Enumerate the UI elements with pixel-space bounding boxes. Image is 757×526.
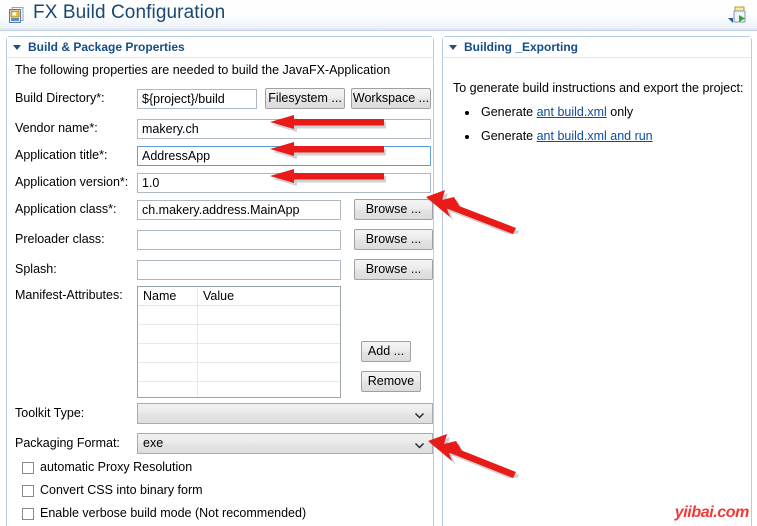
bullet-content: Generate ant build.xml only (481, 105, 633, 119)
checkbox-label: Enable verbose build mode (Not recommend… (40, 506, 306, 520)
building-exporting-section: Building _Exporting To generate build in… (442, 36, 752, 526)
intro-text: The following properties are needed to b… (15, 63, 390, 77)
build-directory-label: Build Directory*: (15, 91, 105, 105)
export-run-icon[interactable] (725, 4, 751, 28)
checkbox-convert-css-binary[interactable]: Convert CSS into binary form (22, 483, 422, 501)
cell-value (198, 363, 340, 381)
build-config-icon (7, 5, 27, 25)
browse-application-class-button[interactable]: Browse ... (354, 199, 433, 220)
application-version-label: Application version*: (15, 175, 128, 189)
filesystem-button[interactable]: Filesystem ... (265, 88, 345, 109)
manifest-attributes-table[interactable]: Name Value (137, 286, 341, 398)
table-row[interactable] (138, 344, 340, 363)
checkbox-label: Convert CSS into binary form (40, 483, 203, 497)
build-directory-field[interactable]: ${project}/build (137, 89, 257, 109)
column-header-name: Name (138, 287, 198, 305)
row-application-title: Application title*: AddressApp (15, 146, 427, 166)
application-class-field[interactable]: ch.makery.address.MainApp (137, 200, 341, 220)
row-application-class: Application class*: ch.makery.address.Ma… (15, 200, 427, 220)
cell-name (138, 363, 198, 381)
preloader-class-label: Preloader class: (15, 232, 105, 246)
application-title-label: Application title*: (15, 148, 107, 162)
section-title-label: Building _Exporting (464, 40, 578, 54)
cell-name (138, 344, 198, 362)
ant-build-xml-and-run-link[interactable]: ant build.xml and run (537, 129, 653, 143)
packaging-format-value: exe (143, 436, 163, 450)
cell-value (198, 325, 340, 343)
row-splash: Splash: Browse ... (15, 260, 427, 280)
cell-value (198, 382, 340, 398)
table-row[interactable] (138, 363, 340, 382)
vendor-name-label: Vendor name*: (15, 121, 98, 135)
chevron-down-icon (414, 438, 425, 449)
chevron-down-icon[interactable] (13, 45, 21, 50)
splash-field[interactable] (137, 260, 341, 280)
checkbox-box[interactable] (22, 485, 34, 497)
bullet-prefix: Generate (481, 105, 537, 119)
row-vendor-name: Vendor name*: makery.ch (15, 119, 427, 139)
ant-build-xml-link[interactable]: ant build.xml (537, 105, 607, 119)
row-preloader-class: Preloader class: Browse ... (15, 230, 427, 250)
chevron-down-icon[interactable] (449, 45, 457, 50)
cell-name (138, 325, 198, 343)
toolkit-type-combo[interactable] (137, 403, 433, 424)
build-package-properties-header[interactable]: Build & Package Properties (7, 37, 433, 58)
cell-name (138, 306, 198, 324)
column-header-value: Value (198, 287, 340, 305)
fx-build-configuration-window: FX Build Configuration Build & Package P… (0, 0, 757, 526)
bullet-content: Generate ant build.xml and run (481, 129, 653, 143)
build-package-properties-section: Build & Package Properties The following… (6, 36, 434, 526)
checkbox-automatic-proxy-resolution[interactable]: automatic Proxy Resolution (22, 460, 422, 478)
splash-label: Splash: (15, 262, 57, 276)
row-packaging-format: Packaging Format: exe (15, 434, 427, 454)
checkbox-label: automatic Proxy Resolution (40, 460, 192, 474)
bullet-dot-icon (465, 111, 469, 115)
bullet-suffix: only (607, 105, 633, 119)
vendor-name-field[interactable]: makery.ch (137, 119, 431, 139)
bullet-prefix: Generate (481, 129, 537, 143)
remove-button[interactable]: Remove (361, 371, 421, 392)
row-toolkit-type: Toolkit Type: (15, 404, 427, 424)
watermark: yiibai.com (675, 504, 749, 522)
workspace-button[interactable]: Workspace ... (351, 88, 431, 109)
table-row[interactable] (138, 325, 340, 344)
window-titlebar: FX Build Configuration (0, 0, 757, 31)
page-title: FX Build Configuration (33, 2, 225, 24)
building-exporting-header[interactable]: Building _Exporting (443, 37, 751, 58)
table-row[interactable] (138, 306, 340, 325)
row-build-directory: Build Directory*: ${project}/build Files… (15, 89, 427, 109)
manifest-attributes-label: Manifest-Attributes: (15, 288, 123, 302)
toolkit-type-label: Toolkit Type: (15, 406, 84, 420)
browse-preloader-class-button[interactable]: Browse ... (354, 229, 433, 250)
browse-splash-button[interactable]: Browse ... (354, 259, 433, 280)
row-manifest-attributes: Manifest-Attributes: Name Value Add ... … (15, 286, 427, 396)
section-title-label: Build & Package Properties (28, 40, 185, 54)
chevron-down-icon (414, 408, 425, 419)
application-class-label: Application class*: (15, 202, 116, 216)
add-button[interactable]: Add ... (361, 341, 411, 362)
table-header-row: Name Value (138, 287, 340, 306)
cell-name (138, 382, 198, 398)
row-application-version: Application version*: 1.0 (15, 173, 427, 193)
packaging-format-label: Packaging Format: (15, 436, 120, 450)
cell-value (198, 306, 340, 324)
bullet-dot-icon (465, 135, 469, 139)
packaging-format-combo[interactable]: exe (137, 433, 433, 454)
right-intro-text: To generate build instructions and expor… (453, 81, 743, 95)
checkbox-enable-verbose-build[interactable]: Enable verbose build mode (Not recommend… (22, 506, 422, 524)
cell-value (198, 344, 340, 362)
checkbox-box[interactable] (22, 508, 34, 520)
application-title-field[interactable]: AddressApp (137, 146, 431, 166)
application-version-field[interactable]: 1.0 (137, 173, 431, 193)
table-row[interactable] (138, 382, 340, 398)
preloader-class-field[interactable] (137, 230, 341, 250)
checkbox-box[interactable] (22, 462, 34, 474)
